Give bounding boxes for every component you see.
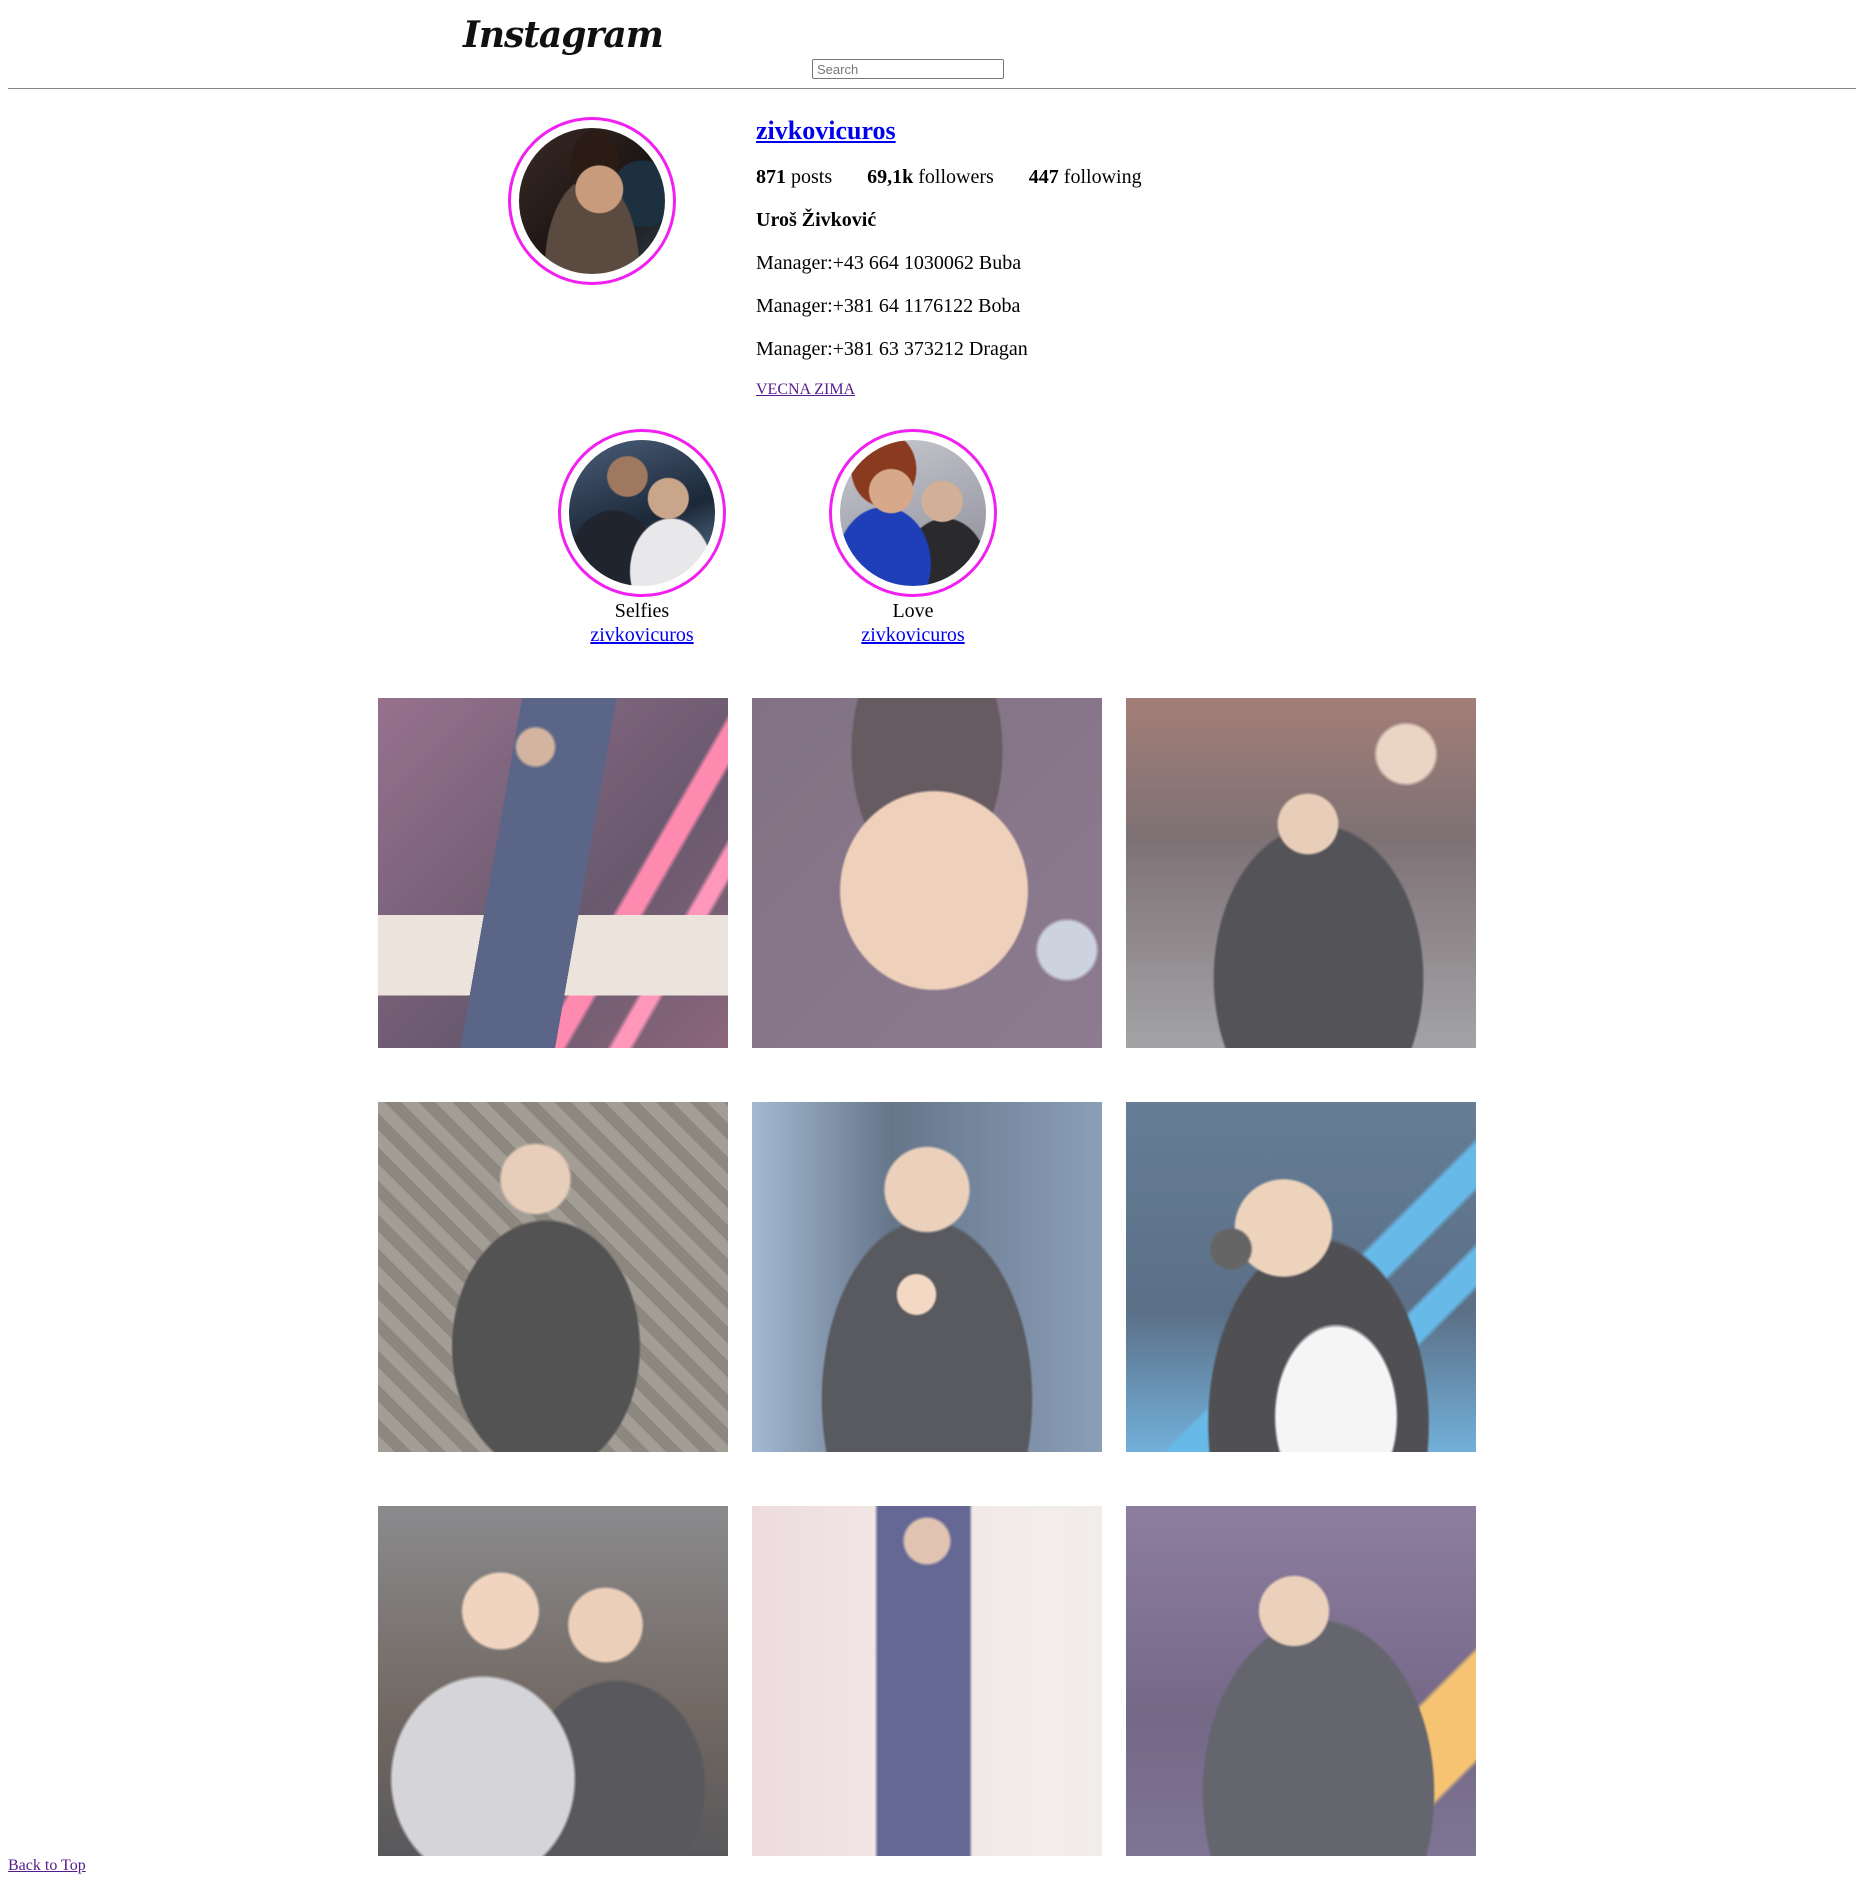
followers-label: followers [918,166,994,188]
highlight-user-link[interactable]: zivkovicuros [829,624,997,647]
bio-line: Manager:+381 64 1176122 Boba [756,295,1021,317]
profile-username-link[interactable]: zivkovicuros [756,116,896,146]
highlight-cover [840,440,986,586]
following-count: 447 [1028,166,1059,188]
instagram-logo[interactable]: Instagram [463,14,664,56]
photo-singing-band [1126,698,1476,1048]
following-label: following [1063,166,1142,188]
profile-photo [519,128,665,274]
header: Instagram [0,0,1856,90]
profile-stats: 871 posts 69,1k followers 447 following [756,166,1172,189]
posts-label: posts [791,166,833,188]
highlight-title: Love [892,600,934,622]
post-thumbnail[interactable] [1126,1102,1476,1452]
photo-praying-hands [752,1102,1102,1452]
photo-leather-jacket [378,1102,728,1452]
photo-singer-stage [378,698,728,1048]
photo-two-friends [378,1506,728,1856]
highlight-ring[interactable] [558,429,726,597]
followers-stat[interactable]: 69,1k followers [867,166,994,188]
highlight-title: Selfies [614,600,670,622]
post-thumbnail[interactable] [378,698,728,1048]
back-to-top-link[interactable]: Back to Top [8,1857,86,1875]
posts-stat: 871 posts [756,166,832,188]
story-highlight-love[interactable]: Love zivkovicuros [829,429,1129,659]
photo-tv-stage [1126,1102,1476,1452]
photo-face-closeup [752,698,1102,1048]
post-thumbnail[interactable] [752,1506,1102,1856]
profile-external-link[interactable]: VECNA ZIMA [756,381,855,399]
post-thumbnail[interactable] [752,1102,1102,1452]
search-input[interactable] [812,59,1004,79]
followers-count: 69,1k [867,166,914,188]
highlight-cover [569,440,715,586]
post-thumbnail[interactable] [378,1102,728,1452]
profile-avatar[interactable] [508,117,676,285]
post-thumbnail[interactable] [378,1506,728,1856]
highlight-user-link[interactable]: zivkovicuros [558,624,726,647]
story-highlight-selfies[interactable]: Selfies zivkovicuros [558,429,858,659]
header-divider [8,88,1856,89]
post-thumbnail[interactable] [752,698,1102,1048]
photo-mirror-suit [752,1506,1102,1856]
bio-line: Manager:+43 664 1030062 Buba [756,252,1022,274]
posts-count: 871 [756,166,786,188]
post-thumbnail[interactable] [1126,698,1476,1048]
following-stat[interactable]: 447 following [1029,166,1142,188]
profile-full-name: Uroš Živković [756,209,877,231]
post-thumbnail[interactable] [1126,1506,1476,1856]
bio-line: Manager:+381 63 373212 Dragan [756,338,1028,360]
highlight-ring[interactable] [829,429,997,597]
photo-singer-gray-suit [1126,1506,1476,1856]
